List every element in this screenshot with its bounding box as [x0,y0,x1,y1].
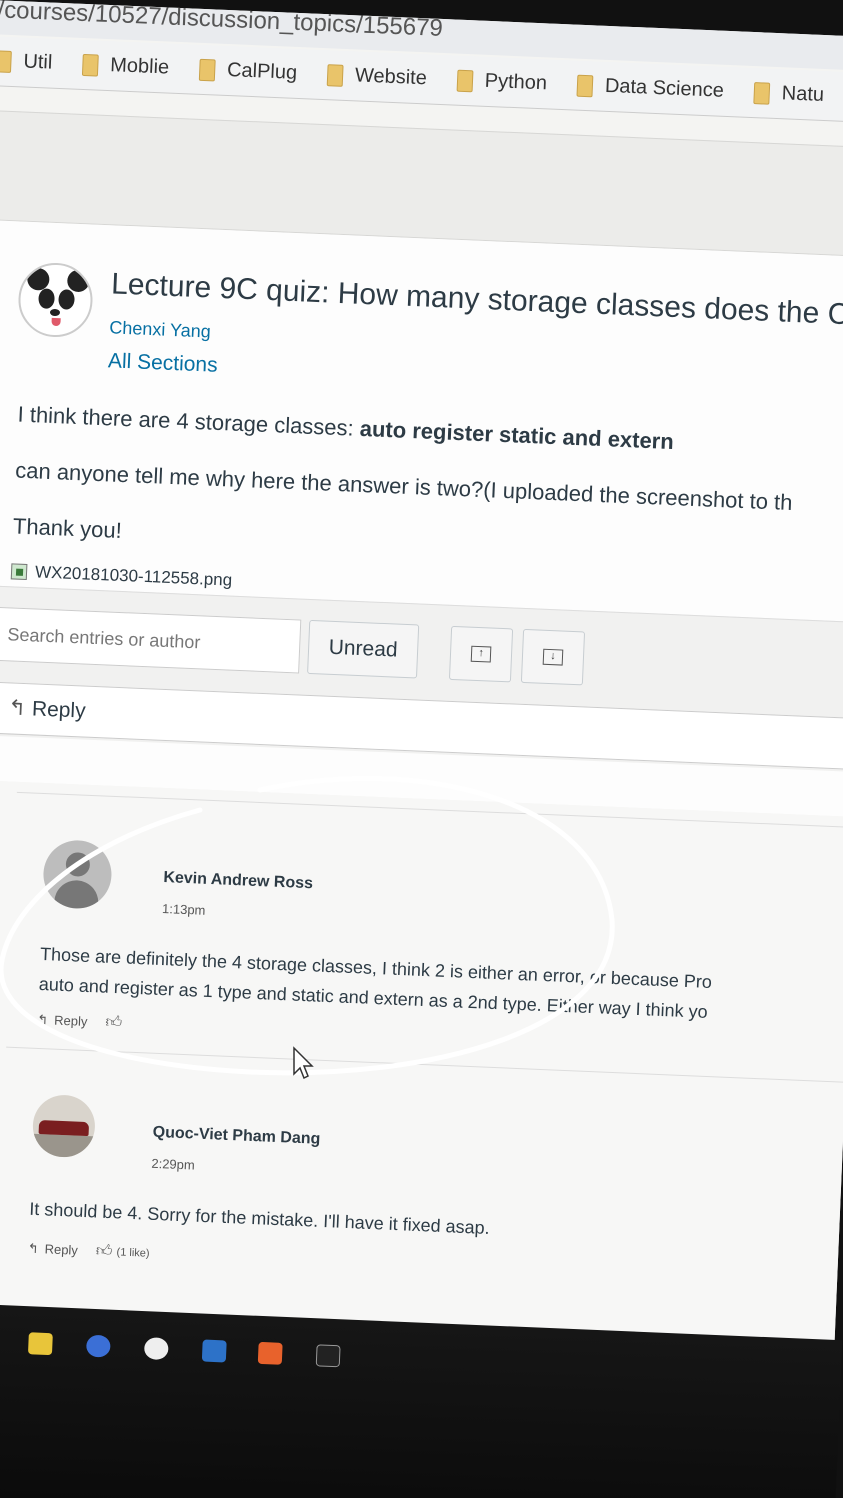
vscode-icon[interactable] [201,1339,227,1363]
slack-icon[interactable] [143,1337,169,1361]
bookmark-natu[interactable]: Natu [753,81,824,107]
topic-sections-link[interactable]: All Sections [107,349,219,378]
collapse-button[interactable]: ↑ [448,625,514,683]
discussion-entry: Quoc-Viet Pham Dang 2:29pm It should be … [0,1046,843,1327]
thumbs-up-icon[interactable]: 👍︎ [95,1242,113,1262]
reply-button[interactable]: ↰ Reply [0,681,843,771]
browser-screen: /courses/10527/discussion_topics/155679 … [0,0,843,1367]
reply-arrow-icon: ↰ [37,1011,49,1027]
entry-message-line: It should be 4. Sorry for the mistake. I… [29,1198,491,1238]
entry-reply-button[interactable]: ↰ Reply [37,1011,88,1029]
topic-body-line: I think there are 4 storage classes: aut… [17,402,674,455]
folder-icon [456,69,474,92]
bookmark-python[interactable]: Python [456,69,547,96]
entry-actions: ↰ Reply 👍︎ (1 like) [27,1239,150,1263]
bookmark-calplug[interactable]: CalPlug [198,58,298,85]
user-avatar[interactable] [42,839,113,910]
bookmark-website[interactable]: Website [326,63,428,90]
entry-reply-button[interactable]: ↰ Reply [27,1240,78,1258]
folder-icon [0,49,12,73]
entry-time: 2:29pm [151,1155,196,1173]
url-text: /courses/10527/discussion_topics/155679 [0,0,444,42]
bookmark-label: Python [484,69,548,95]
panda-avatar[interactable] [16,261,95,339]
topic-title: Lecture 9C quiz: How many storage classe… [110,267,843,333]
discussion-entry: Kevin Andrew Ross 1:13pm Those are defin… [6,791,843,1073]
reply-label: Reply [44,1240,79,1258]
like-count: (1 like) [116,1245,150,1260]
discussion-entries: Kevin Andrew Ross 1:13pm Those are defin… [0,779,843,1367]
entry-time: 1:13pm [161,901,206,918]
body-text: I think there are 4 storage classes: [17,401,361,441]
mouse-cursor-icon [293,1046,314,1080]
folder-icon [576,74,594,97]
bookmark-util[interactable]: Util [0,49,53,74]
folder-icon [198,58,216,81]
car-avatar[interactable] [31,1093,97,1159]
bookmark-label: Moblie [109,54,170,79]
entry-actions: ↰ Reply 👍︎ [37,1010,123,1033]
reply-label: Reply [53,1012,88,1029]
expand-button[interactable]: ↓ [520,628,586,686]
reply-arrow-icon: ↰ [27,1240,39,1256]
attachment-icon [10,563,28,581]
entry-author[interactable]: Quoc-Viet Pham Dang [152,1124,320,1149]
attachment-link[interactable]: WX20181030-112558.png [10,561,233,590]
expand-icon: ↓ [542,648,564,666]
thumbs-up-icon[interactable]: 👍︎ [105,1013,123,1033]
file-explorer-icon[interactable] [27,1332,53,1356]
discussion-toolbar: Search entries or author Unread ↑ ↓ ↰ Rep… [0,584,843,773]
collapse-icon: ↑ [470,645,492,663]
terminal-icon[interactable] [315,1344,341,1368]
reply-arrow-icon: ↰ [7,696,27,721]
bookmark-label: Data Science [604,74,725,102]
bookmark-data-science[interactable]: Data Science [576,74,724,103]
bookmark-label: Website [354,64,428,90]
reply-label: Reply [31,697,87,723]
topic-author-link[interactable]: Chenxi Yang [109,317,211,342]
folder-icon [753,81,771,105]
folder-icon [81,53,99,77]
sublime-icon[interactable] [257,1341,283,1365]
bookmark-label: Util [22,50,53,74]
unread-button[interactable]: Unread [307,619,420,679]
attachment-filename: WX20181030-112558.png [34,562,233,590]
discussion-topic: Lecture 9C quiz: How many storage classe… [0,220,843,818]
chat-app-icon[interactable] [85,1334,111,1358]
bookmark-moblie[interactable]: Moblie [81,53,170,80]
bookmark-label: Natu [781,82,825,106]
entry-author[interactable]: Kevin Andrew Ross [163,869,313,893]
search-input[interactable]: Search entries or author [0,606,302,674]
folder-icon [326,63,344,87]
topic-body-line: Thank you! [12,513,123,543]
body-bold-text: auto register static and extern [359,415,675,455]
bookmark-label: CalPlug [226,58,298,84]
topic-body-line: can anyone tell me why here the answer i… [14,457,793,516]
